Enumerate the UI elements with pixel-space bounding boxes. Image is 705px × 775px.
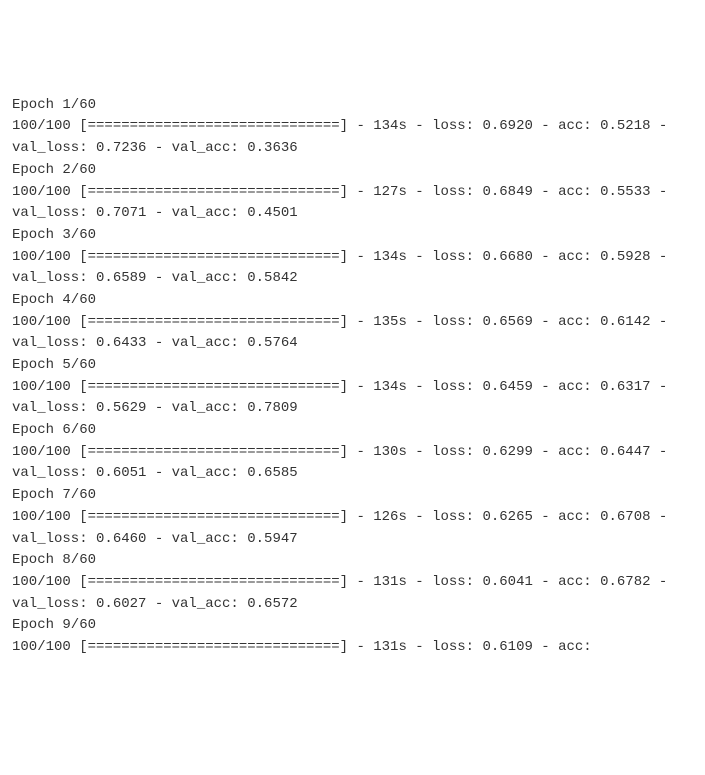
training-log-output: Epoch 1/60 100/100 [====================… bbox=[12, 95, 693, 659]
